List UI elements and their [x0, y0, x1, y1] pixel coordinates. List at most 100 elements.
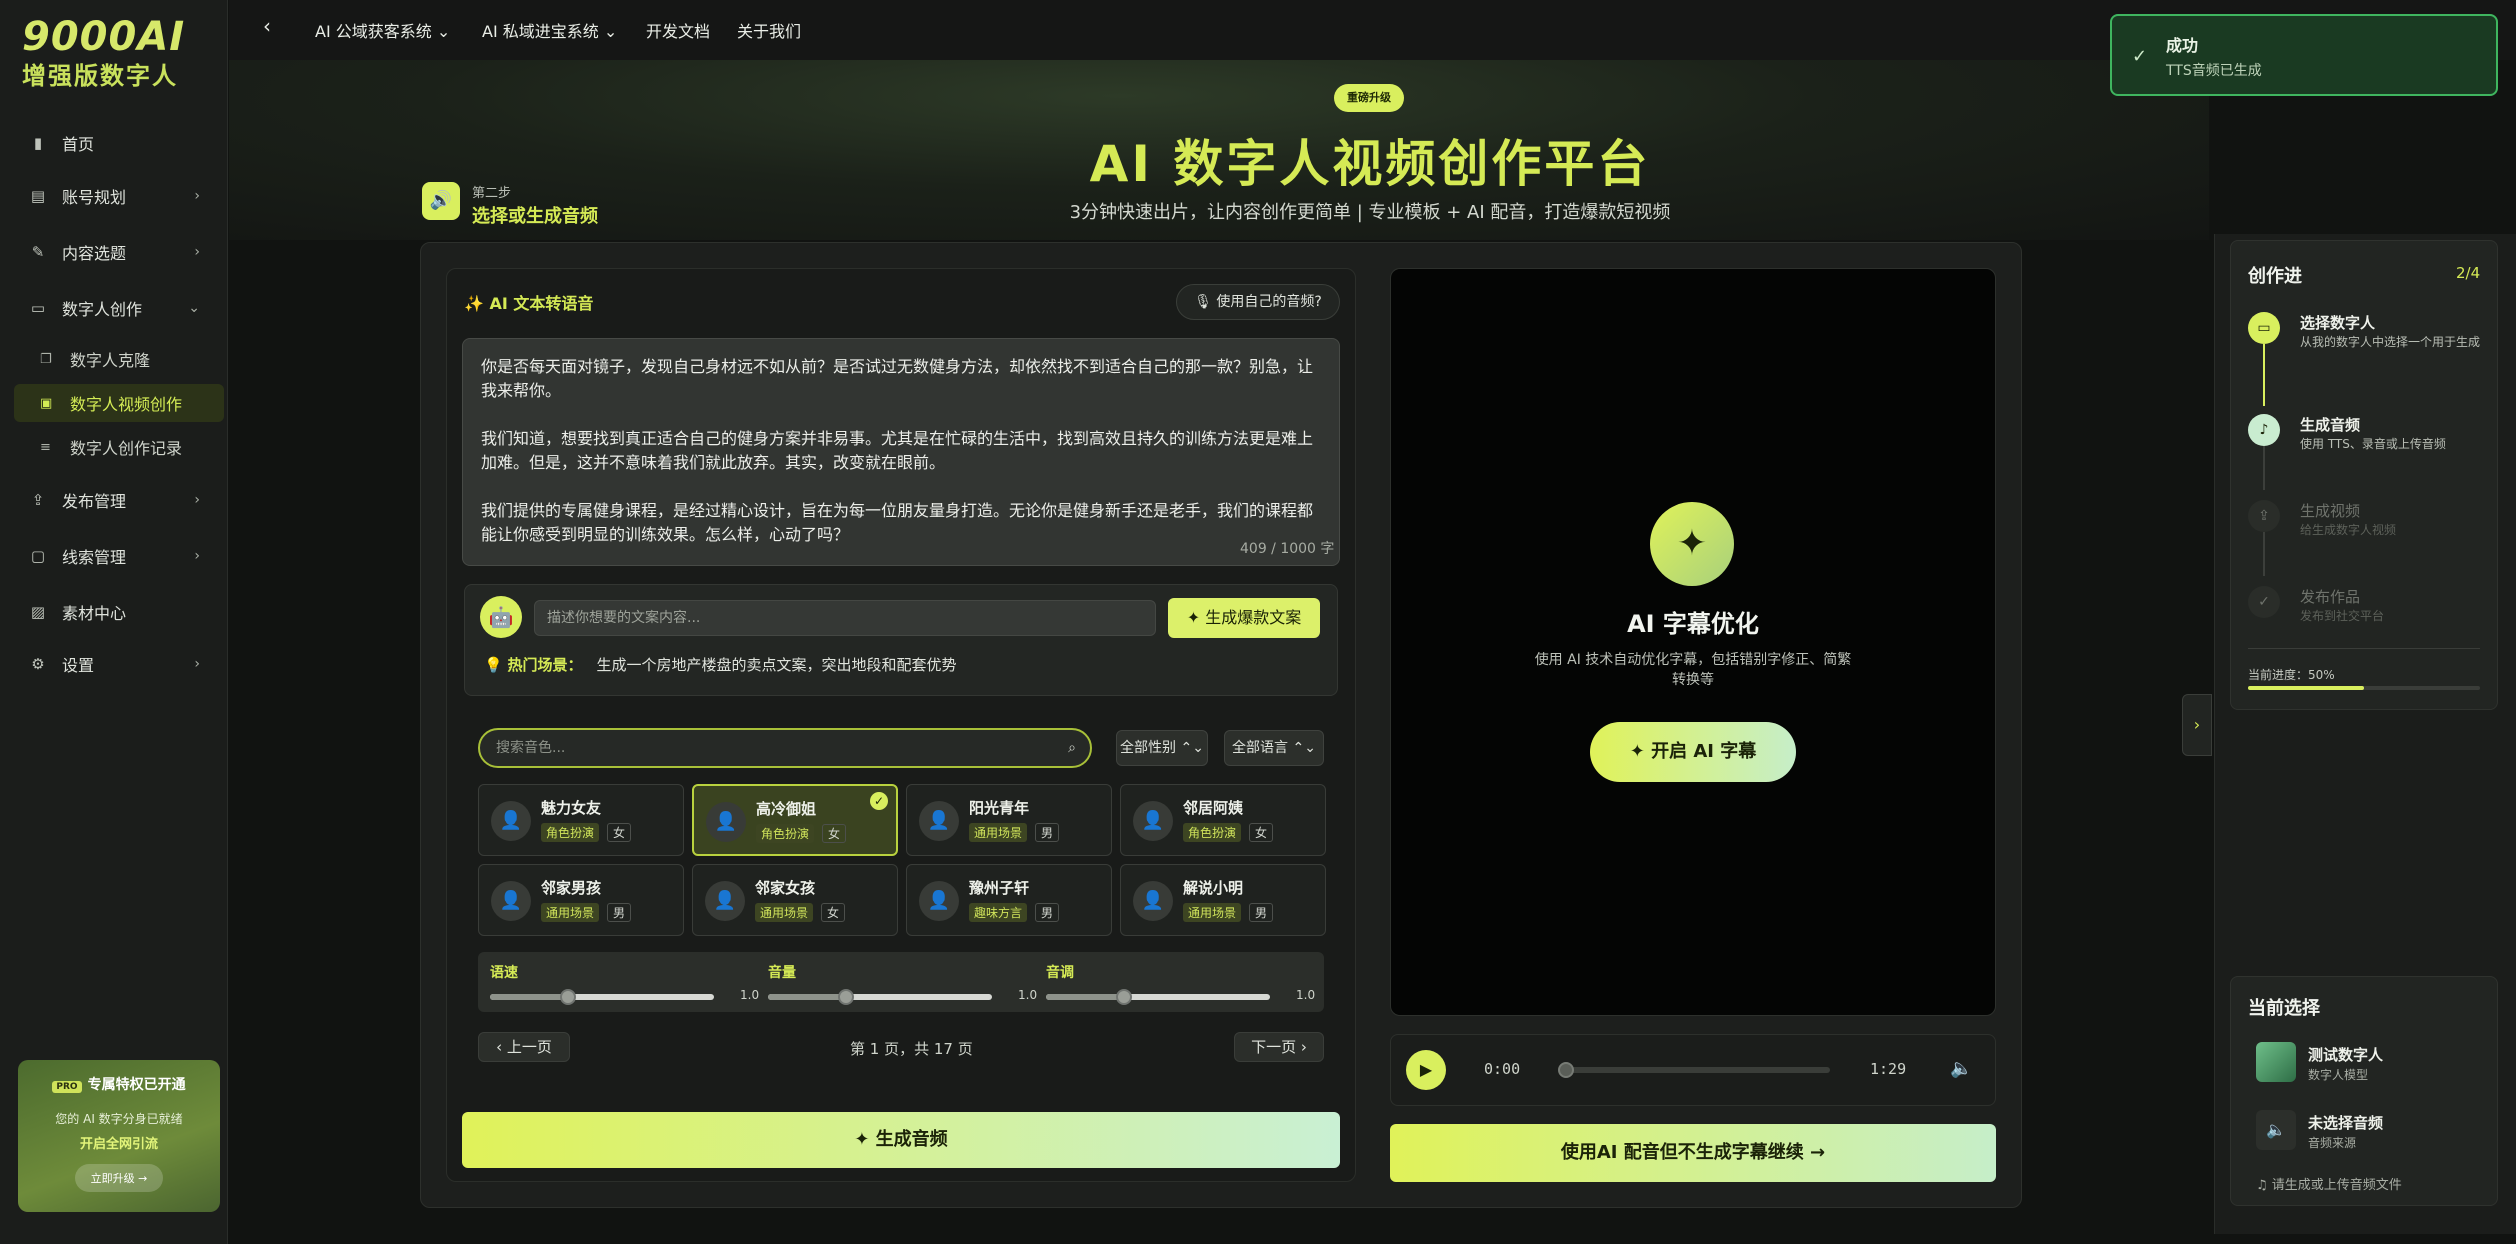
- step-name: 生成音频: [2300, 416, 2361, 434]
- sidebar-item-digital-human[interactable]: ▭ 数字人创作 ⌄: [14, 286, 214, 330]
- sidebar-item-materials[interactable]: ▨ 素材中心: [14, 590, 214, 634]
- selection-hint: ♫ 请生成或上传音频文件: [2256, 1174, 2402, 1193]
- copy-prompt-input[interactable]: 描述你想要的文案内容...: [534, 600, 1156, 636]
- logo-subtitle: 增强版数字人: [22, 62, 178, 90]
- step-connector: [2263, 446, 2265, 490]
- voice-tag: 角色扮演: [1183, 823, 1242, 842]
- voice-name: 邻家女孩: [755, 879, 816, 897]
- generate-copy-button[interactable]: ✦ 生成爆款文案: [1168, 598, 1320, 638]
- promo-highlight: 开启全网引流: [79, 1137, 158, 1152]
- play-button[interactable]: ▶: [1406, 1050, 1446, 1090]
- step-name: 发布作品: [2300, 588, 2361, 606]
- slider-fill: [490, 994, 569, 1000]
- generate-audio-label: 生成音频: [875, 1129, 948, 1150]
- pitch-slider[interactable]: [1046, 989, 1270, 1005]
- upgrade-badge: 重磅升级: [1334, 84, 1404, 112]
- wand-icon: ✎: [31, 243, 45, 261]
- selected-avatar-desc: 数字人模型: [2308, 1068, 2369, 1082]
- sidebar-item-label: 线索管理: [62, 548, 127, 567]
- pitch-label: 音调: [1046, 965, 1074, 981]
- sidebar-item-publish[interactable]: ⇪ 发布管理 ›: [14, 478, 214, 522]
- sidebar-item-settings[interactable]: ⚙ 设置 ›: [14, 642, 214, 686]
- voice-gender: 男: [1035, 823, 1060, 842]
- sidebar-item-label: 首页: [62, 135, 95, 154]
- nav-dev-docs[interactable]: 开发文档: [646, 18, 710, 42]
- voice-tag: 角色扮演: [756, 824, 815, 843]
- sidebar-item-label: 设置: [62, 656, 95, 675]
- sidebar-item-topics[interactable]: ✎ 内容选题 ›: [14, 230, 214, 274]
- voice-search-placeholder: 搜索音色...: [496, 740, 566, 756]
- enable-ai-subtitle-button[interactable]: ✦ 开启 AI 字幕: [1590, 722, 1796, 782]
- voice-card[interactable]: 👤 豫州子轩 趣味方言男: [906, 864, 1112, 936]
- upgrade-button[interactable]: 立即升级 →: [74, 1164, 164, 1192]
- chevron-right-icon: ›: [194, 188, 200, 204]
- hot-label: 热门场景：: [507, 656, 583, 674]
- logo[interactable]: 9000AI 增强版数字人: [22, 14, 185, 91]
- audio-progress-bar[interactable]: [1566, 1067, 1830, 1073]
- slider-handle[interactable]: [1116, 989, 1133, 1005]
- continue-without-subtitle-button[interactable]: 使用AI 配音但不生成字幕继续 →: [1390, 1124, 1996, 1182]
- audio-progress-handle[interactable]: [1558, 1062, 1574, 1078]
- volume-icon[interactable]: 🔈: [1950, 1058, 1972, 1079]
- slider-handle[interactable]: [560, 989, 577, 1005]
- next-page-button[interactable]: 下一页 ›: [1234, 1032, 1324, 1062]
- back-icon[interactable]: ‹: [263, 14, 271, 38]
- user-icon: 👤: [706, 802, 746, 842]
- language-filter-select[interactable]: 全部语言 ⌃⌄: [1224, 730, 1324, 766]
- sidebar-subitem-records[interactable]: ≡ 数字人创作记录: [14, 428, 224, 466]
- tts-textarea[interactable]: 你是否每天面对镜子，发现自己身材远不如从前？是否试过无数健身方法，却依然找不到适…: [462, 338, 1340, 566]
- chevron-right-icon: ›: [194, 244, 200, 260]
- page-subtitle: 3分钟快速出片，让内容创作更简单 | 专业模板 + AI 配音，打造爆款短视频: [1069, 202, 1671, 223]
- nav-public-traffic[interactable]: AI 公域获客系统 ⌄: [315, 18, 450, 42]
- sidebar-item-home[interactable]: ▮ 首页: [14, 121, 214, 165]
- voice-tag: 趣味方言: [969, 903, 1028, 922]
- hot-scenario: 💡 热门场景： 生成一个房地产楼盘的卖点文案，突出地段和配套优势: [484, 654, 956, 675]
- step-title: 选择或生成音频: [472, 206, 598, 227]
- hot-scenario-text[interactable]: 生成一个房地产楼盘的卖点文案，突出地段和配套优势: [596, 656, 956, 674]
- voice-tag: 通用场景: [1183, 903, 1242, 922]
- panel-toggle-button[interactable]: ›: [2182, 694, 2212, 756]
- chevron-left-icon: ‹: [496, 1038, 507, 1056]
- copy-icon: ❐: [40, 351, 52, 367]
- volume-slider[interactable]: [768, 989, 992, 1005]
- step-name: 选择数字人: [2300, 314, 2376, 332]
- voice-card[interactable]: 👤 阳光青年 通用场景男: [906, 784, 1112, 856]
- search-icon: ⌕: [1068, 740, 1076, 756]
- upload-icon: ⇪: [31, 491, 45, 509]
- voice-card[interactable]: 👤 邻居阿姨 角色扮演女: [1120, 784, 1326, 856]
- slider-handle[interactable]: [838, 989, 855, 1005]
- own-audio-label: 使用自己的音频?: [1216, 294, 1322, 310]
- voice-name: 阳光青年: [969, 799, 1030, 817]
- prev-page-button[interactable]: ‹ 上一页: [478, 1032, 570, 1062]
- nav-about[interactable]: 关于我们: [737, 18, 801, 42]
- nav-private-traffic[interactable]: AI 私域进宝系统 ⌄: [482, 18, 617, 42]
- speed-slider[interactable]: [490, 989, 714, 1005]
- gender-filter-select[interactable]: 全部性别 ⌃⌄: [1116, 730, 1208, 766]
- current-progress-text: 当前进度：50%: [2248, 668, 2335, 682]
- user-icon: 👤: [491, 881, 531, 921]
- sidebar-subitem-clone[interactable]: ❐ 数字人克隆: [14, 340, 224, 378]
- step-name: 生成视频: [2300, 502, 2361, 520]
- ai-subtitle-title: AI 字幕优化: [1627, 610, 1759, 638]
- sidebar-subitem-video-create[interactable]: ▣ 数字人视频创作: [14, 384, 224, 422]
- char-count: 409 / 1000 字: [1240, 541, 1335, 557]
- voice-card-selected[interactable]: 👤 高冷御姐 角色扮演女 ✓: [692, 784, 898, 856]
- selection-title: 当前选择: [2248, 998, 2320, 1019]
- selected-audio-name: 未选择音频: [2308, 1114, 2384, 1132]
- sidebar-item-account[interactable]: ▤ 账号规划 ›: [14, 174, 214, 218]
- voice-name: 邻家男孩: [541, 879, 602, 897]
- voice-card[interactable]: 👤 邻家男孩 通用场景男: [478, 864, 684, 936]
- volume-value: 1.0: [1018, 988, 1038, 1002]
- voice-search-input[interactable]: 搜索音色... ⌕: [478, 728, 1092, 768]
- sidebar-item-leads[interactable]: ▢ 线索管理 ›: [14, 534, 214, 578]
- generate-audio-button[interactable]: ✦ 生成音频: [462, 1112, 1340, 1168]
- selection-hint-text: 请生成或上传音频文件: [2271, 1178, 2402, 1193]
- chevron-down-icon: ⌄: [188, 300, 200, 316]
- promo-title: 专属特权已开通: [87, 1077, 186, 1093]
- own-audio-button[interactable]: 🎙 使用自己的音频?: [1176, 284, 1340, 320]
- chevron-right-icon: ›: [194, 656, 200, 672]
- voice-card[interactable]: 👤 邻家女孩 通用场景女: [692, 864, 898, 936]
- voice-card[interactable]: 👤 解说小明 通用场景男: [1120, 864, 1326, 936]
- sidebar-item-label: 内容选题: [62, 244, 127, 263]
- voice-card[interactable]: 👤 魅力女友 角色扮演女: [478, 784, 684, 856]
